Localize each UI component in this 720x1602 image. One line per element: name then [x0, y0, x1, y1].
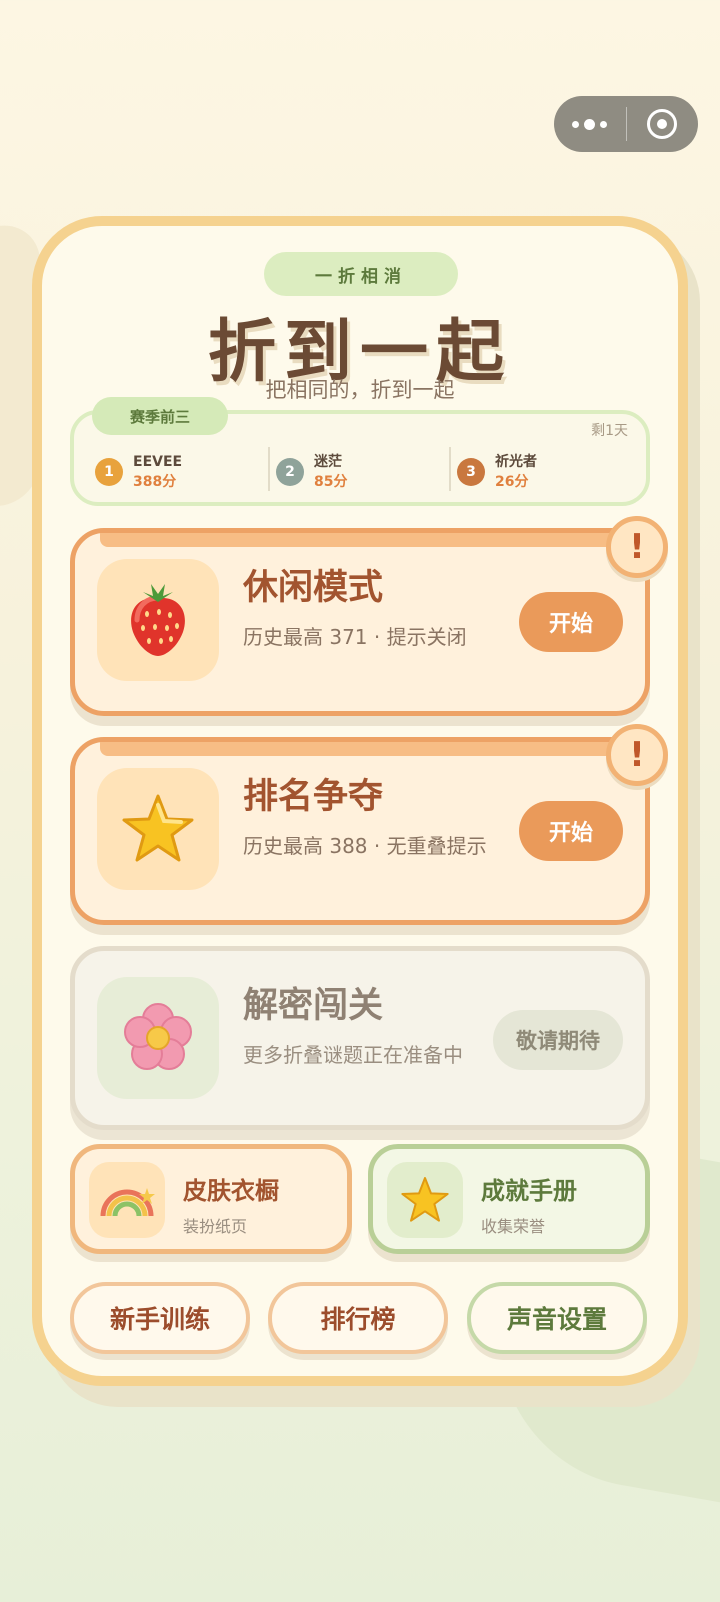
rank-item: 3 祈光者 26分 [457, 450, 537, 494]
leaderboard-button[interactable]: 排行榜 [268, 1282, 448, 1354]
start-ranked-button[interactable]: 开始 [519, 801, 623, 861]
achievement-book-card[interactable]: 成就手册 收集荣誉 [368, 1144, 650, 1254]
tutorial-button[interactable]: 新手训练 [70, 1282, 250, 1354]
mode-description: 历史最高 371 · 提示关闭 [243, 625, 467, 649]
rank-score: 388分 [133, 474, 177, 490]
start-casual-button[interactable]: 开始 [519, 592, 623, 652]
rank-badge: 2 [276, 458, 304, 486]
star-icon [387, 1162, 463, 1238]
flower-icon [97, 977, 219, 1099]
sound-settings-button[interactable]: 声音设置 [467, 1282, 647, 1354]
card-title: 皮肤衣橱 [183, 1177, 279, 1205]
rank-badge: 3 [457, 458, 485, 486]
card-accent-bar [100, 533, 615, 547]
card-subtitle: 装扮纸页 [183, 1217, 248, 1236]
dot-icon [600, 120, 608, 128]
puzzle-mode-card[interactable]: 解密闯关 更多折叠谜题正在准备中 敬请期待 [70, 946, 650, 1130]
rank-score: 85分 [314, 474, 348, 490]
rank-badge: 1 [95, 458, 123, 486]
dot-icon [584, 118, 596, 130]
star-icon [97, 768, 219, 890]
mode-title: 解密闯关 [243, 986, 384, 1026]
rank-player-name: 迷茫 [314, 454, 342, 470]
card-title: 成就手册 [481, 1177, 577, 1205]
card-subtitle: 收集荣誉 [481, 1217, 546, 1236]
more-options-button[interactable] [554, 96, 626, 152]
rank-divider [268, 447, 270, 491]
rank-player-name: EEVEE [133, 454, 183, 470]
season-label: 赛季前三 [92, 397, 228, 435]
mini-program-capsule [554, 96, 698, 152]
game-tag: 一折相消 [264, 252, 458, 296]
alert-badge[interactable]: ! [606, 516, 668, 578]
casual-mode-card[interactable]: 休闲模式 历史最高 371 · 提示关闭 开始 [70, 528, 650, 716]
target-icon [647, 109, 678, 139]
rank-player-name: 祈光者 [495, 454, 537, 470]
rank-score: 26分 [495, 474, 529, 490]
close-mini-program-button[interactable] [627, 96, 699, 152]
card-accent-bar [100, 742, 615, 756]
rainbow-icon [89, 1162, 165, 1238]
mode-description: 历史最高 388 · 无重叠提示 [243, 834, 487, 858]
strawberry-icon [97, 559, 219, 681]
dot-icon [572, 120, 580, 128]
rank-item: 2 迷茫 85分 [276, 450, 347, 494]
ranked-mode-card[interactable]: 排名争夺 历史最高 388 · 无重叠提示 开始 [70, 737, 650, 925]
mode-description: 更多折叠谜题正在准备中 [243, 1043, 463, 1067]
season-remaining: 剩1天 [591, 423, 628, 439]
mode-title: 排名争夺 [243, 777, 384, 817]
rank-divider [449, 447, 451, 491]
coming-soon-button: 敬请期待 [493, 1010, 623, 1070]
alert-badge[interactable]: ! [606, 724, 668, 786]
skin-wardrobe-card[interactable]: 皮肤衣橱 装扮纸页 [70, 1144, 352, 1254]
rank-item: 1 EEVEE 388分 [95, 450, 182, 494]
mode-title: 休闲模式 [243, 568, 384, 608]
